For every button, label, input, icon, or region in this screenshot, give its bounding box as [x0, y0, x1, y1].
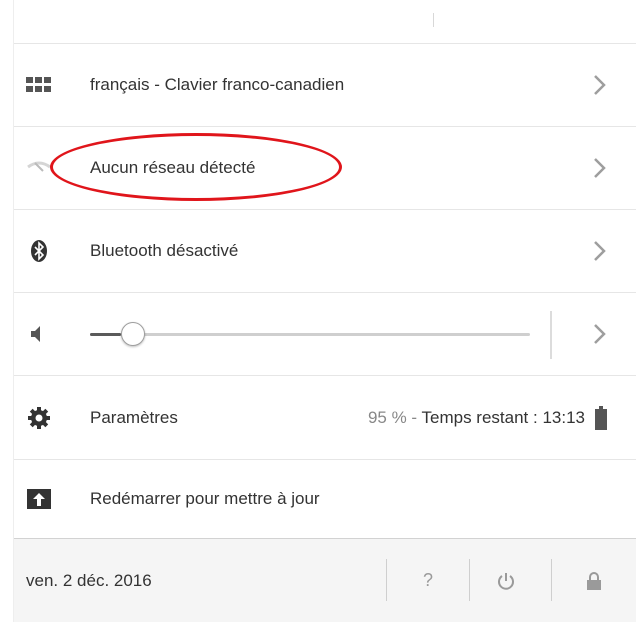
- keyboard-icon: [26, 77, 51, 92]
- volume-divider: [550, 311, 552, 359]
- battery-time-remaining: Temps restant : 13:13: [421, 407, 585, 427]
- power-icon: [498, 572, 514, 590]
- settings-row[interactable]: Paramètres 95 % - Temps restant : 13:13: [14, 375, 636, 459]
- footer-divider: [469, 559, 470, 601]
- tray-footer: ven. 2 déc. 2016 ?: [14, 538, 636, 622]
- volume-slider-fill: [90, 333, 121, 336]
- lock-icon: [587, 571, 601, 590]
- chevron-right-icon: [594, 241, 606, 261]
- battery-icon: [595, 405, 607, 430]
- footer-divider: [551, 559, 552, 601]
- network-row[interactable]: Aucun réseau détecté: [14, 126, 636, 209]
- help-icon: ?: [422, 570, 433, 590]
- update-icon: [27, 489, 51, 509]
- volume-row: [14, 292, 636, 375]
- network-label: Aucun réseau détecté: [90, 158, 256, 177]
- wifi-off-icon: [27, 161, 51, 172]
- volume-slider[interactable]: [90, 293, 530, 376]
- date-label[interactable]: ven. 2 déc. 2016: [26, 571, 152, 591]
- power-button[interactable]: [492, 567, 520, 595]
- system-tray-panel: français - Clavier franco-canadien Aucun…: [13, 0, 636, 622]
- lock-button[interactable]: [580, 567, 608, 595]
- bluetooth-label: Bluetooth désactivé: [90, 241, 239, 260]
- gear-icon: [28, 406, 50, 429]
- volume-slider-thumb[interactable]: [121, 322, 145, 346]
- top-divider: [433, 13, 434, 27]
- tray-top-strip: [14, 0, 636, 43]
- settings-label: Paramètres: [90, 407, 178, 427]
- ime-row[interactable]: français - Clavier franco-canadien: [14, 43, 636, 126]
- update-row[interactable]: Redémarrer pour mettre à jour: [14, 459, 636, 538]
- battery-status: 95 % - Temps restant : 13:13: [368, 408, 585, 428]
- chevron-right-icon: [594, 158, 606, 178]
- help-button[interactable]: ?: [414, 567, 442, 595]
- bluetooth-icon: [31, 240, 47, 262]
- battery-separator: -: [406, 407, 422, 427]
- footer-divider: [386, 559, 387, 601]
- speaker-icon[interactable]: [26, 321, 52, 347]
- bluetooth-row[interactable]: Bluetooth désactivé: [14, 209, 636, 292]
- volume-slider-track: [90, 333, 530, 336]
- ime-label: français - Clavier franco-canadien: [90, 75, 345, 94]
- battery-percent: 95 %: [367, 407, 407, 427]
- chevron-right-icon[interactable]: [589, 321, 611, 347]
- chevron-right-icon: [594, 75, 606, 95]
- update-label: Redémarrer pour mettre à jour: [90, 489, 320, 508]
